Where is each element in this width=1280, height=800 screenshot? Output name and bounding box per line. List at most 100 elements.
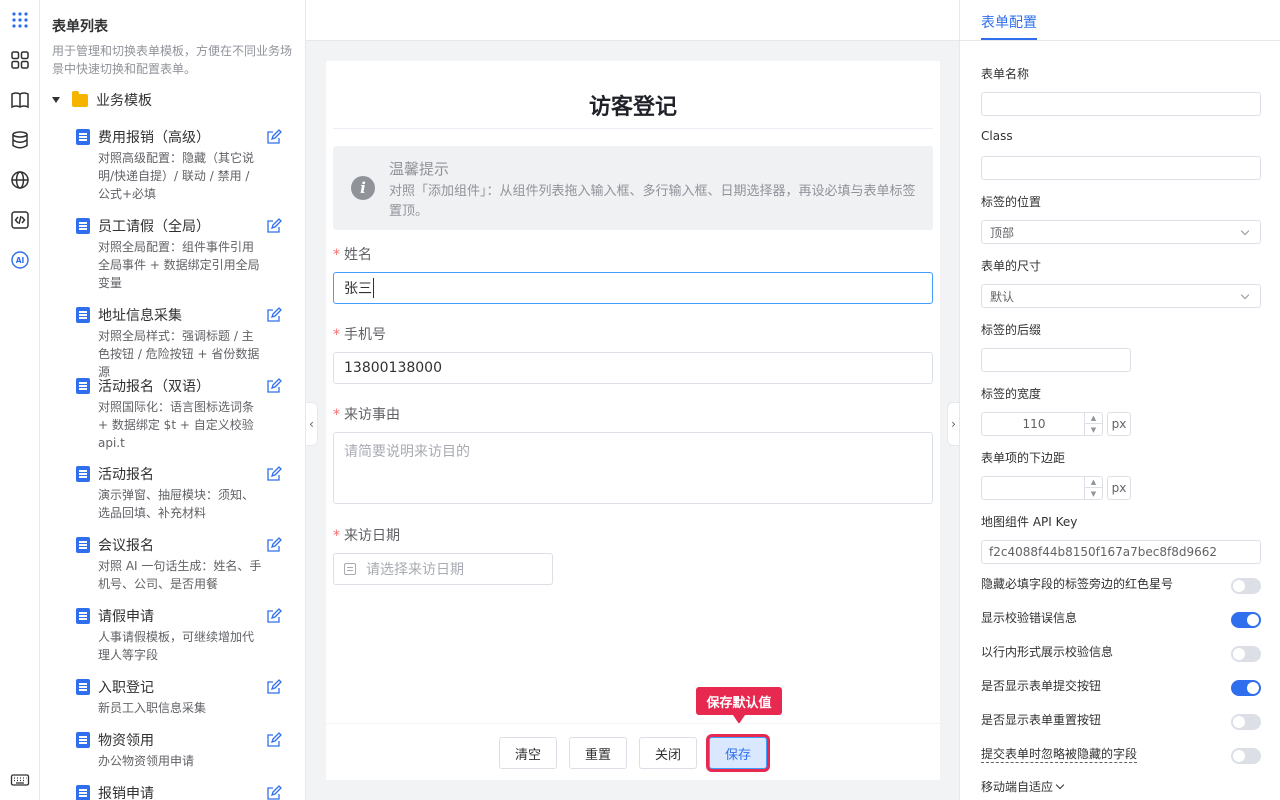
class-input[interactable]: [981, 156, 1261, 180]
template-name: 请假申请: [98, 609, 154, 625]
phone-input[interactable]: 13800138000: [333, 352, 933, 384]
tip-content: 对照「添加组件」：从组件列表拖入输入框、多行输入框、日期选择器，再设必填与表单标…: [389, 184, 916, 219]
label-suffix-input[interactable]: [981, 348, 1131, 372]
document-icon: [76, 537, 90, 553]
label-position-select[interactable]: 顶部: [981, 220, 1261, 244]
edit-icon[interactable]: [266, 378, 282, 394]
class-label: Class: [981, 129, 1013, 143]
form-name-label: 表单名称: [981, 67, 1030, 81]
svg-text:AI: AI: [16, 256, 25, 265]
form-size-select[interactable]: 默认: [981, 284, 1261, 308]
info-icon: i: [351, 176, 375, 200]
tab-divider: [960, 40, 1280, 41]
edit-icon[interactable]: [266, 466, 282, 482]
chevron-down-icon: [1240, 290, 1250, 299]
folder-business-templates[interactable]: 业务模板: [52, 90, 152, 110]
edit-icon[interactable]: [266, 732, 282, 748]
edit-icon[interactable]: [266, 679, 282, 695]
unit-label: px: [1107, 476, 1131, 500]
template-name: 入职登记: [98, 680, 154, 696]
show-validation-toggle[interactable]: [1231, 612, 1261, 628]
label-width-stepper[interactable]: 110 ▲ ▼: [981, 412, 1103, 436]
code-icon[interactable]: [8, 208, 32, 232]
show-submit-toggle[interactable]: [1231, 680, 1261, 696]
map-key-label: 地图组件 API Key: [981, 515, 1078, 529]
required-mark: *: [333, 327, 340, 343]
chevron-down-icon: [1055, 780, 1065, 790]
toggle-label: 是否显示表单提交按钮: [981, 679, 1102, 693]
decrement-icon[interactable]: ▼: [1085, 488, 1102, 499]
toggle-label: 是否显示表单重置按钮: [981, 713, 1102, 727]
canvas-toolbar: [306, 0, 959, 41]
toggle-label: 以行内形式展示校验信息: [981, 645, 1114, 659]
template-desc: 对照全局配置：组件事件引用全局事件 + 数据绑定引用全局变量: [98, 240, 260, 290]
edit-icon[interactable]: [266, 218, 282, 234]
icon-rail: AI: [0, 0, 40, 800]
document-icon: [76, 129, 90, 145]
tip-alert: i 温馨提示 对照「添加组件」：从组件列表拖入输入框、多行输入框、日期选择器，再…: [333, 146, 933, 230]
form-name-input[interactable]: [981, 92, 1261, 116]
decrement-icon[interactable]: ▼: [1085, 424, 1102, 435]
collapse-right-button[interactable]: ›: [947, 402, 959, 446]
template-desc: 演示弹窗、抽屉模块：须知、选品回填、补充材料: [98, 488, 255, 520]
reason-label: * 来访事由: [333, 407, 400, 423]
calendar-icon: [344, 563, 356, 575]
book-icon[interactable]: [8, 88, 32, 112]
document-icon: [76, 466, 90, 482]
required-mark: *: [333, 528, 340, 544]
increment-icon[interactable]: ▲: [1085, 413, 1102, 424]
item-margin-label: 表单项的下边距: [981, 451, 1066, 465]
template-name: 活动报名: [98, 467, 154, 483]
hide-required-asterisk-toggle[interactable]: [1231, 578, 1261, 594]
reason-textarea[interactable]: 请简要说明来访目的: [333, 432, 933, 504]
apps-grid-icon[interactable]: [8, 8, 32, 32]
folder-label: 业务模板: [96, 93, 152, 109]
tab-form-config[interactable]: 表单配置: [981, 12, 1037, 32]
map-key-input[interactable]: f2c4088f44b8150f167a7bec8f8d9662: [981, 540, 1261, 564]
phone-label: * 手机号: [333, 327, 386, 343]
save-tooltip: 保存默认值: [696, 687, 782, 724]
keyboard-icon[interactable]: [8, 768, 32, 792]
mobile-adaptive-section[interactable]: 移动端自适应: [981, 778, 1065, 795]
increment-icon[interactable]: ▲: [1085, 477, 1102, 488]
reset-button[interactable]: 重置: [569, 737, 627, 769]
document-icon: [76, 679, 90, 695]
template-desc: 对照高级配置：隐藏（其它说明/快递自提）/ 联动 / 禁用 / 公式+必填: [98, 151, 255, 201]
date-label: * 来访日期: [333, 528, 400, 544]
save-button[interactable]: 保存: [709, 737, 767, 769]
database-icon[interactable]: [8, 128, 32, 152]
name-input[interactable]: 张三: [333, 272, 933, 304]
template-desc: 办公物资领用申请: [98, 754, 195, 768]
clear-button[interactable]: 清空: [499, 737, 557, 769]
item-margin-stepper[interactable]: ▲ ▼: [981, 476, 1103, 500]
template-name: 物资领用: [98, 733, 154, 749]
globe-icon[interactable]: [8, 168, 32, 192]
toggle-label: 隐藏必填字段的标签旁边的红色星号: [981, 577, 1174, 591]
title-divider: [333, 128, 933, 129]
edit-icon[interactable]: [266, 785, 282, 800]
collapse-left-button[interactable]: ‹: [306, 402, 318, 446]
date-picker[interactable]: 请选择来访日期: [333, 553, 553, 585]
inline-validation-toggle[interactable]: [1231, 646, 1261, 662]
close-button[interactable]: 关闭: [639, 737, 697, 769]
form-canvas: 访客登记 i 温馨提示 对照「添加组件」：从组件列表拖入输入框、多行输入框、日期…: [326, 61, 940, 780]
template-name: 地址信息采集: [98, 308, 182, 324]
chevron-down-icon: [1240, 226, 1250, 235]
ignore-hidden-toggle[interactable]: [1231, 748, 1261, 764]
edit-icon[interactable]: [266, 537, 282, 553]
document-icon: [76, 307, 90, 323]
layout-icon[interactable]: [8, 48, 32, 72]
edit-icon[interactable]: [266, 129, 282, 145]
show-reset-toggle[interactable]: [1231, 714, 1261, 730]
form-title: 访客登记: [588, 95, 677, 120]
template-name: 活动报名（双语）: [98, 379, 210, 395]
template-name: 报销申请: [98, 786, 154, 800]
edit-icon[interactable]: [266, 307, 282, 323]
document-icon: [76, 785, 90, 800]
template-name: 会议报名: [98, 538, 154, 554]
ai-icon[interactable]: AI: [8, 248, 32, 272]
label-position-label: 标签的位置: [981, 195, 1042, 209]
template-desc: 人事请假模板，可继续增加代理人等字段: [98, 630, 255, 662]
edit-icon[interactable]: [266, 608, 282, 624]
template-desc: 新员工入职信息采集: [98, 701, 207, 715]
